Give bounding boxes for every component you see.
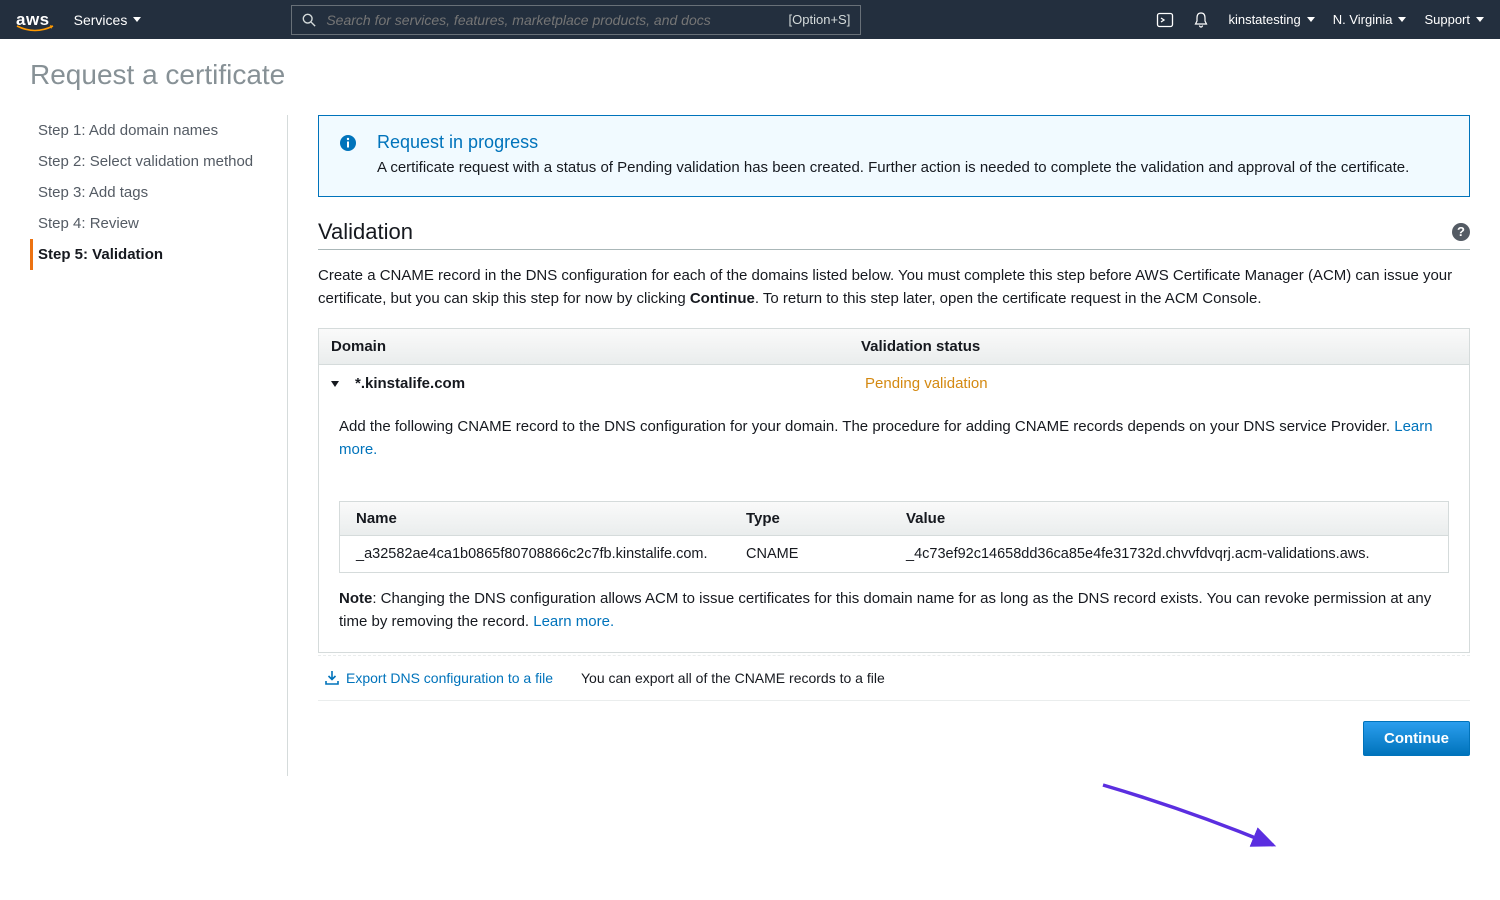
col-header-domain: Domain (331, 338, 861, 355)
dns-note: Note: Changing the DNS configuration all… (319, 587, 1469, 652)
support-label: Support (1424, 12, 1470, 27)
export-dns-link[interactable]: Export DNS configuration to a file (324, 670, 553, 686)
topbar-right: kinstatesting N. Virginia Support (1156, 11, 1484, 29)
validation-heading: Validation (318, 219, 413, 245)
region-label: N. Virginia (1333, 12, 1393, 27)
cname-value-value: _4c73ef92c14658dd36ca85e4fe31732d.chvvfd… (906, 546, 1432, 562)
export-row: Export DNS configuration to a file You c… (318, 655, 1470, 701)
export-link-label: Export DNS configuration to a file (346, 670, 553, 686)
search-shortcut: [Option+S] (789, 12, 851, 27)
services-menu[interactable]: Services (74, 12, 142, 28)
cname-table-header: Name Type Value (340, 502, 1448, 536)
account-menu[interactable]: kinstatesting (1228, 12, 1314, 27)
wizard-steps: Step 1: Add domain names Step 2: Select … (30, 115, 288, 776)
domain-detail-panel: Add the following CNAME record to the DN… (319, 402, 1469, 491)
chevron-down-icon (1476, 17, 1484, 22)
validation-description: Create a CNAME record in the DNS configu… (318, 264, 1470, 311)
search-icon (302, 13, 316, 27)
cname-instructions: Add the following CNAME record to the DN… (339, 416, 1449, 461)
account-label: kinstatesting (1228, 12, 1300, 27)
search-bar[interactable]: [Option+S] (291, 5, 861, 35)
export-hint: You can export all of the CNAME records … (581, 670, 885, 686)
help-icon[interactable]: ? (1452, 223, 1470, 241)
download-icon (324, 670, 340, 686)
col-header-type: Type (746, 510, 906, 527)
validation-header: Validation ? (318, 219, 1470, 250)
support-menu[interactable]: Support (1424, 12, 1484, 27)
button-row: Continue (318, 701, 1470, 776)
col-header-name: Name (356, 510, 746, 527)
top-nav: aws Services [Option+S] kinstatesting N.… (0, 0, 1500, 39)
region-menu[interactable]: N. Virginia (1333, 12, 1407, 27)
step-5-validation[interactable]: Step 5: Validation (30, 239, 287, 270)
domain-row: *.kinstalife.com Pending validation (319, 365, 1469, 402)
info-icon (339, 134, 357, 180)
continue-button[interactable]: Continue (1363, 721, 1470, 756)
chevron-down-icon (1398, 17, 1406, 22)
step-4-review[interactable]: Step 4: Review (30, 208, 287, 239)
step-2-validation-method[interactable]: Step 2: Select validation method (30, 146, 287, 177)
learn-more-link[interactable]: Learn more. (533, 613, 614, 630)
annotation-arrow (1098, 780, 1288, 860)
chevron-down-icon (1307, 17, 1315, 22)
domain-name: *.kinstalife.com (355, 375, 865, 392)
chevron-down-icon (133, 17, 141, 22)
domain-table: Domain Validation status *.kinstalife.co… (318, 328, 1470, 653)
search-input[interactable] (326, 12, 788, 28)
aws-logo[interactable]: aws (16, 10, 50, 30)
step-1-domain-names[interactable]: Step 1: Add domain names (30, 115, 287, 146)
domain-status: Pending validation (865, 375, 1457, 392)
cloudshell-icon[interactable] (1156, 11, 1174, 29)
step-3-add-tags[interactable]: Step 3: Add tags (30, 177, 287, 208)
cname-name-value: _a32582ae4ca1b0865f80708866c2c7fb.kinsta… (356, 546, 746, 562)
col-header-status: Validation status (861, 338, 1457, 355)
alert-request-in-progress: Request in progress A certificate reques… (318, 115, 1470, 197)
cname-type-value: CNAME (746, 546, 906, 562)
page-title: Request a certificate (30, 59, 1470, 91)
cname-table: Name Type Value _a32582ae4ca1b0865f80708… (339, 501, 1449, 573)
services-label: Services (74, 12, 128, 28)
alert-title: Request in progress (377, 132, 1409, 153)
alert-text: A certificate request with a status of P… (377, 157, 1409, 180)
notifications-icon[interactable] (1192, 11, 1210, 29)
cname-row: _a32582ae4ca1b0865f80708866c2c7fb.kinsta… (340, 536, 1448, 572)
expand-toggle-icon[interactable] (331, 381, 339, 387)
domain-table-header: Domain Validation status (319, 329, 1469, 365)
aws-smile-icon (16, 25, 54, 33)
col-header-value: Value (906, 510, 1432, 527)
